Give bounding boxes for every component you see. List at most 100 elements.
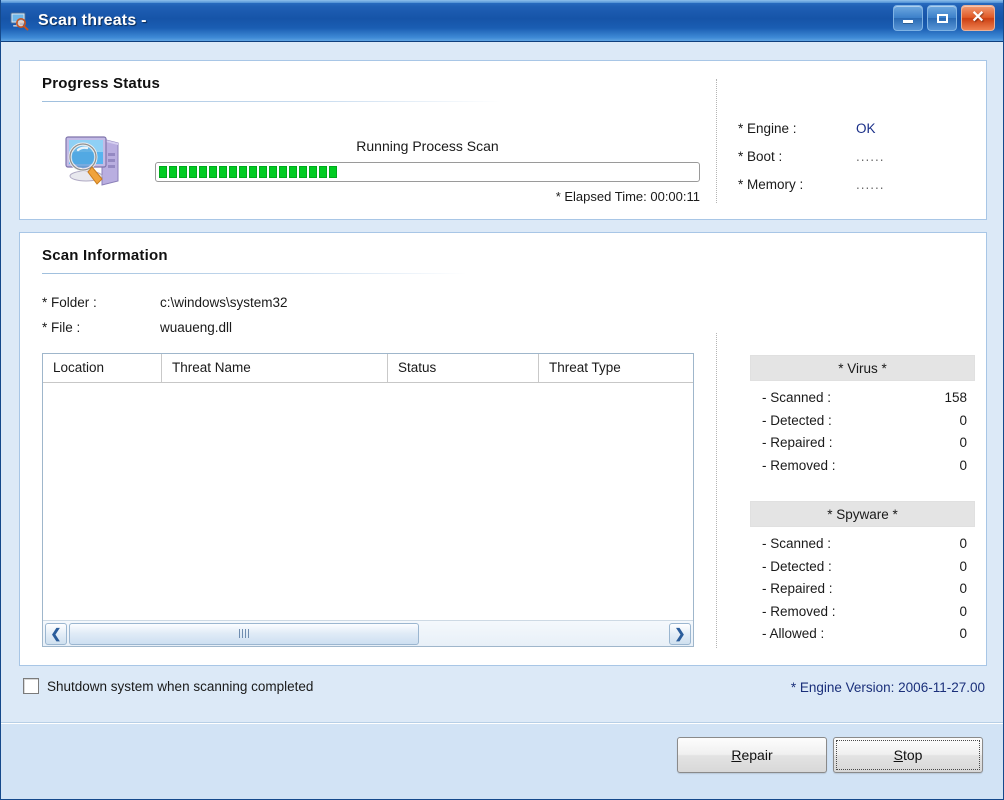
computer-magnifier-icon [58, 131, 130, 193]
counter-value: 0 [959, 603, 967, 619]
scan-information-panel: Scan Information * Folder : c:\windows\s… [19, 232, 987, 666]
progress-segment [219, 166, 227, 178]
close-icon: ✕ [971, 9, 985, 26]
virus-rows: - Scanned : 158 - Detected : 0 - Repaired : 0… [750, 387, 975, 477]
counter-row: - Repaired : 0 [750, 578, 975, 601]
progress-segment [229, 166, 237, 178]
counter-label: - Scanned : [762, 390, 832, 405]
maximize-button[interactable] [927, 5, 957, 31]
progress-segment [169, 166, 177, 178]
status-row: * Memory :...... [738, 177, 963, 205]
progress-segment [289, 166, 297, 178]
progress-segment [299, 166, 307, 178]
minimize-icon [903, 20, 913, 23]
counter-value: 158 [944, 390, 967, 405]
counter-row: - Detected : 0 [750, 556, 975, 579]
engine-status-list: * Engine : OK * Boot :...... * Memory :....… [738, 121, 963, 205]
scan-threats-icon [10, 11, 30, 31]
scan-information-title: Scan Information [42, 247, 168, 264]
progress-status-title: Progress Status [42, 75, 161, 92]
progress-segment [259, 166, 267, 178]
status-row: * Boot :...... [738, 149, 963, 177]
spyware-counters: * Spyware * - Scanned :0- Detected :0- R… [750, 501, 975, 646]
progress-status-panel: Progress Status Running Process Scan * E… [19, 60, 987, 220]
scaninfo-title-rule [42, 273, 467, 274]
hscrollbar-track[interactable] [69, 622, 667, 645]
progress-segment [329, 166, 337, 178]
status-value: OK [856, 121, 876, 136]
current-task-label: Running Process Scan [356, 138, 499, 154]
status-label: * Boot : [738, 149, 783, 164]
threat-table-body[interactable] [43, 383, 693, 621]
threat-table-hscrollbar[interactable]: ❮ ❯ [43, 620, 693, 646]
repair-button-label: Repair [731, 747, 773, 763]
spyware-heading: * Spyware * [750, 501, 975, 527]
table-column-header[interactable]: Location [43, 354, 162, 382]
counter-row: - Allowed : 0 [750, 623, 975, 646]
counter-row: - Removed : 0 [750, 601, 975, 624]
status-row: * Engine : OK [738, 121, 963, 149]
chevron-right-icon[interactable]: ❯ [669, 622, 691, 645]
shutdown-checkbox[interactable]: Shutdown system when scanning completed [23, 678, 313, 694]
progress-segment [189, 166, 197, 178]
elapsed-time-label: * Elapsed Time: 00:00:11 [555, 189, 700, 204]
chevron-left-icon[interactable]: ❮ [45, 622, 67, 645]
threat-table: Location Threat Name Status Threat Type ❮ ❯ [42, 353, 694, 647]
counter-label: - Detected : [762, 412, 832, 428]
bottom-options-row: Shutdown system when scanning completed … [19, 678, 987, 706]
counter-value: 0 [959, 626, 967, 641]
counter-label: - Removed : [762, 457, 836, 473]
progress-segment [209, 166, 217, 178]
stop-button-label: Stop [893, 747, 923, 763]
scan-progress-bar [155, 162, 700, 182]
counter-row: - Detected : 0 [750, 410, 975, 433]
counter-row: - Repaired : 0 [750, 432, 975, 455]
virus-counters: * Virus * - Scanned : 158 - Detected : 0 - R… [750, 355, 975, 477]
progress-segment [199, 166, 207, 178]
scanned-file-row: * File : wuaueng.dll [42, 320, 562, 340]
checkbox-box-icon[interactable] [23, 678, 39, 694]
counter-value: 0 [959, 558, 967, 574]
status-value: ...... [856, 177, 885, 192]
progress-segment [159, 166, 167, 178]
counter-row: - Scanned : 158 [750, 387, 975, 410]
progress-segment [309, 166, 317, 178]
progress-segment [319, 166, 327, 178]
virus-heading: * Virus * [750, 355, 975, 381]
window-controls: ✕ [893, 5, 995, 31]
spyware-rows: - Scanned :0- Detected :0- Repaired :0- … [750, 533, 975, 646]
progress-segment [269, 166, 277, 178]
grip-icon [239, 629, 249, 638]
counter-value: 0 [959, 581, 967, 596]
progress-bar-fill [159, 166, 696, 178]
scanned-folder-row: * Folder : c:\windows\system32 [42, 295, 562, 315]
threat-table-header: Location Threat Name Status Threat Type [43, 354, 693, 383]
counter-value: 0 [959, 412, 967, 428]
status-label: * Memory : [738, 177, 804, 192]
hscrollbar-thumb[interactable] [69, 622, 419, 645]
counter-label: - Repaired : [762, 581, 833, 596]
progress-segment [279, 166, 287, 178]
title-bar: Scan threats - ✕ [1, 0, 1003, 42]
progress-title-rule [42, 101, 502, 102]
engine-version-label: * Engine Version: 2006-11-27.00 [790, 680, 985, 695]
table-column-header[interactable]: Threat Type [539, 354, 693, 382]
minimize-button[interactable] [893, 5, 923, 31]
counter-label: - Scanned : [762, 536, 832, 551]
counter-label: - Repaired : [762, 435, 833, 450]
stop-button[interactable]: Stop [833, 737, 983, 773]
counter-value: 0 [959, 457, 967, 473]
progress-segment [249, 166, 257, 178]
table-column-header[interactable]: Status [388, 354, 539, 382]
table-column-header[interactable]: Threat Name [162, 354, 388, 382]
folder-value: c:\windows\system32 [160, 295, 288, 310]
shutdown-checkbox-label: Shutdown system when scanning completed [47, 678, 314, 694]
close-button[interactable]: ✕ [961, 5, 995, 31]
file-label: * File : [42, 320, 81, 335]
scaninfo-panel-divider [716, 333, 717, 648]
repair-button[interactable]: Repair [677, 737, 827, 773]
folder-label: * Folder : [42, 295, 97, 310]
window-title: Scan threats - [38, 11, 147, 29]
progress-segment [179, 166, 187, 178]
counter-label: - Allowed : [762, 626, 825, 641]
